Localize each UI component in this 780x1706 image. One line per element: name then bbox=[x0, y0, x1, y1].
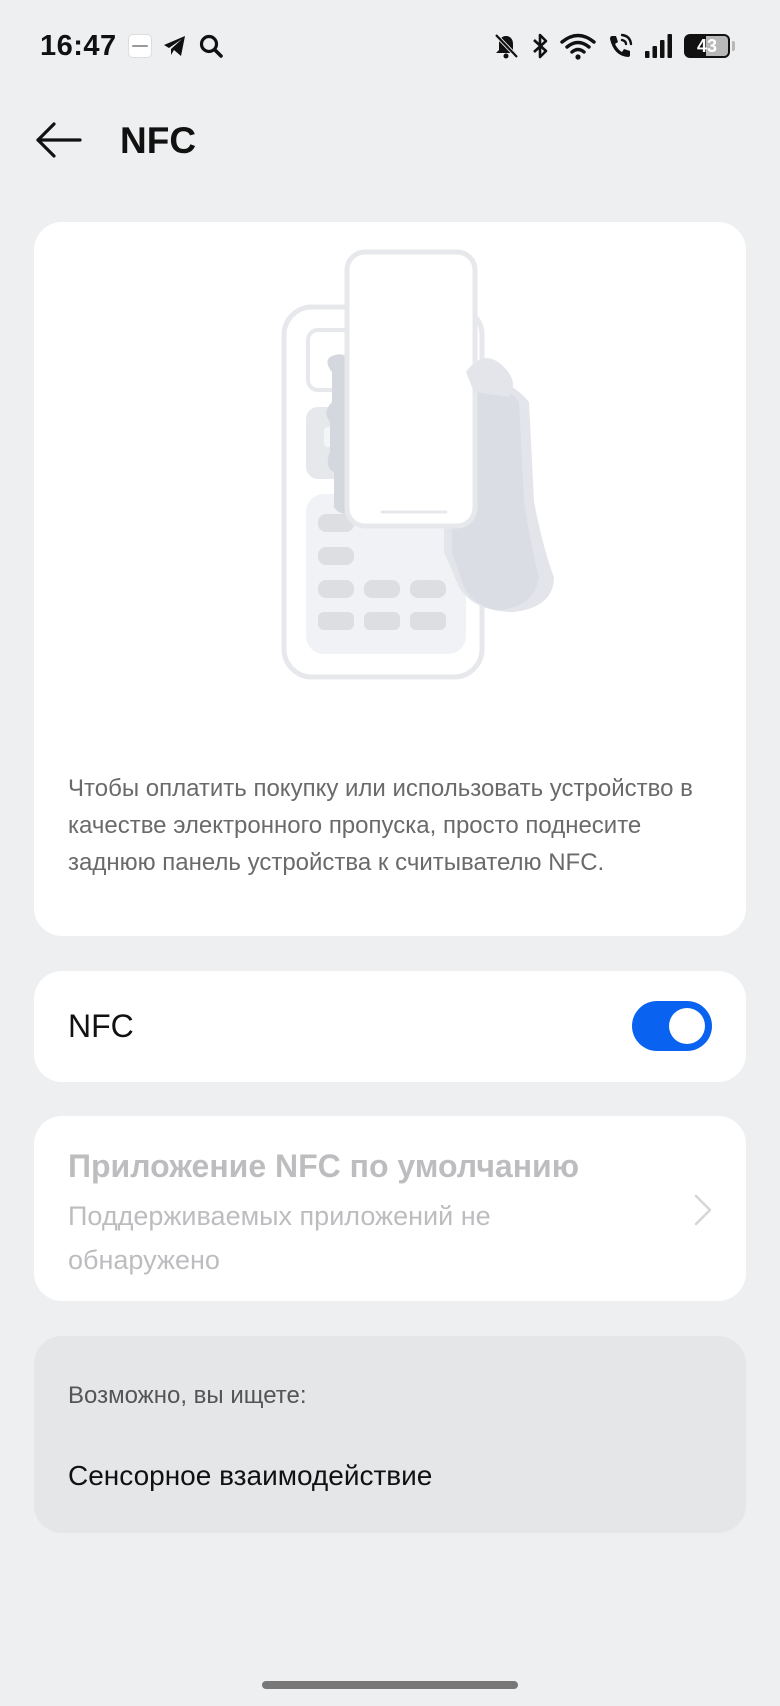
default-nfc-app-row[interactable]: Приложение NFC по умолчанию Поддерживаем… bbox=[34, 1116, 746, 1301]
wifi-icon bbox=[560, 33, 596, 60]
switch-knob bbox=[669, 1008, 705, 1044]
suggestions-heading: Возможно, вы ищете: bbox=[68, 1382, 307, 1409]
page-title: NFC bbox=[120, 120, 197, 161]
nfc-switch[interactable] bbox=[632, 1001, 712, 1051]
page-header: NFC bbox=[0, 100, 780, 180]
telegram-icon bbox=[164, 36, 185, 56]
wifi-call-icon bbox=[610, 33, 633, 57]
nfc-payment-illustration bbox=[281, 249, 554, 680]
realme-app-icon bbox=[128, 34, 152, 58]
status-time: 16:47 bbox=[40, 30, 117, 62]
default-app-title: Приложение NFC по умолчанию bbox=[68, 1148, 580, 1184]
bell-muted-icon bbox=[494, 33, 519, 59]
back-button[interactable] bbox=[34, 118, 84, 162]
default-app-subtitle: Поддерживаемых приложений не обнаружено bbox=[68, 1201, 491, 1275]
arrow-left-icon bbox=[36, 122, 82, 158]
suggestions-card: Возможно, вы ищете: Сенсорное взаимодейс… bbox=[34, 1336, 746, 1533]
bluetooth-icon bbox=[533, 33, 548, 59]
chevron-right-icon bbox=[694, 1194, 712, 1226]
signal-icon bbox=[645, 34, 672, 58]
suggestion-touch-interaction[interactable]: Сенсорное взаимодействие bbox=[68, 1460, 432, 1492]
battery-icon: 43 bbox=[684, 34, 735, 58]
battery-level: 43 bbox=[696, 35, 718, 56]
nfc-description: Чтобы оплатить покупку или использовать … bbox=[68, 775, 693, 876]
nfc-info-card: Чтобы оплатить покупку или использовать … bbox=[34, 222, 746, 936]
status-bar: 16:47 43 bbox=[0, 0, 780, 96]
search-icon bbox=[199, 34, 223, 58]
nfc-toggle-label: NFC bbox=[68, 1008, 134, 1044]
nfc-toggle-row[interactable]: NFC bbox=[34, 971, 746, 1082]
home-indicator[interactable] bbox=[262, 1681, 518, 1689]
